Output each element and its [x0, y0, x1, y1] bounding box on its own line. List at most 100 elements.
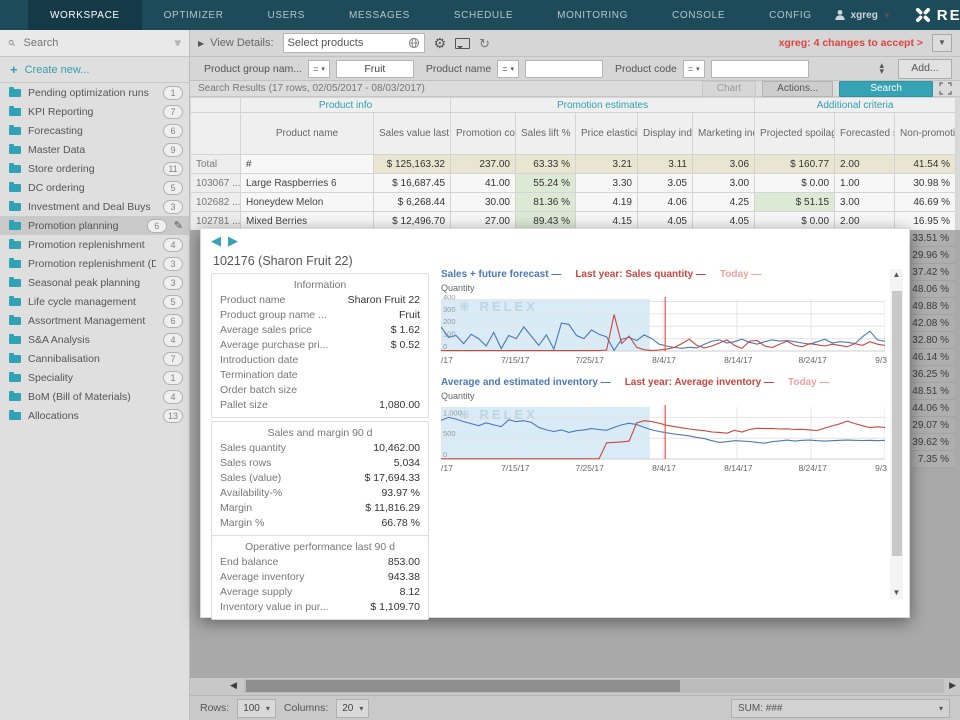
view-details[interactable]: ▶ View Details:	[198, 37, 274, 49]
view-toolbar: ▶ View Details: Select products ⚙ ↻ xgre…	[190, 30, 960, 57]
sidebar-item-life-cycle-management[interactable]: Life cycle management5	[0, 292, 189, 311]
sum-select[interactable]: SUM: ### ▾	[731, 699, 950, 718]
sidebar-item-bom-bill-of-materials[interactable]: BoM (Bill of Materials)4	[0, 387, 189, 406]
x-tick-label: 9/3	[875, 463, 887, 473]
sidebar-item-store-ordering[interactable]: Store ordering11	[0, 159, 189, 178]
table-row[interactable]: 103067 ...Large Raspberries 6$ 16,687.45…	[191, 174, 956, 193]
refresh-icon[interactable]: ↻	[479, 37, 490, 50]
sidebar-item-dc-ordering[interactable]: DC ordering5	[0, 178, 189, 197]
filter-icon[interactable]	[174, 38, 182, 48]
nav-tab-workspace[interactable]: WORKSPACE	[28, 0, 142, 30]
edit-pencil-icon[interactable]: ✎	[174, 219, 183, 232]
sidebar-item-promotion-planning[interactable]: Promotion planning6✎	[0, 216, 189, 235]
search-button[interactable]: Search	[839, 81, 933, 97]
field-value: 1,080.00	[379, 398, 420, 413]
panel-row: End balance853.00	[220, 555, 420, 570]
scroll-up-icon[interactable]: ▲	[890, 269, 903, 281]
cell: 81.36 %	[516, 193, 576, 212]
horizontal-scrollbar[interactable]: ◀ ▶	[190, 678, 960, 695]
user-menu[interactable]: xgreg ▼	[834, 9, 891, 21]
filter-input-product-group-nam[interactable]	[336, 60, 414, 78]
item-count-badge: 6	[163, 314, 183, 328]
filter-input-product-code[interactable]	[711, 60, 809, 78]
select-products-dropdown[interactable]: Select products	[283, 33, 425, 53]
popup-scrollbar[interactable]: ▲ ▼	[890, 269, 903, 599]
field-value: Sharon Fruit 22	[348, 293, 420, 308]
filter-operator-select[interactable]: =▾	[497, 60, 519, 78]
sidebar-item-seasonal-peak-planning[interactable]: Seasonal peak planning3	[0, 273, 189, 292]
sidebar-item-label: Investment and Deal Buys	[28, 201, 156, 213]
field-value: 853.00	[388, 555, 420, 570]
gear-icon[interactable]: ⚙	[434, 36, 447, 50]
table-row[interactable]: 102682 ...Honeydew Melon$ 6,268.4430.008…	[191, 193, 956, 212]
results-table[interactable]: Product infoPromotion estimatesAdditiona…	[190, 97, 956, 231]
column-header-forecasted-supply-days[interactable]: Forecasted supply (days)	[835, 113, 895, 155]
svg-text:200: 200	[443, 317, 456, 326]
search-input[interactable]	[22, 36, 168, 50]
filter-operator-select[interactable]: =▾	[683, 60, 705, 78]
sidebar-item-cannibalisation[interactable]: Cannibalisation7	[0, 349, 189, 368]
filter-spinner[interactable]: ▴▾	[879, 63, 884, 74]
sidebar-item-assortment-management[interactable]: Assortment Management6	[0, 311, 189, 330]
svg-text:300: 300	[443, 305, 456, 314]
inventory-chart: Average and estimated inventory —Last ye…	[441, 377, 887, 475]
add-filter-button[interactable]: Add...	[898, 59, 952, 79]
fullscreen-icon[interactable]	[939, 82, 952, 95]
table-row[interactable]: Total#$ 125,163.32237.0063.33 %3.213.113…	[191, 155, 956, 174]
sidebar-item-s-a-analysis[interactable]: S&A Analysis4	[0, 330, 189, 349]
filter-operator-select[interactable]: =▾	[308, 60, 330, 78]
chart-button[interactable]: Chart	[702, 81, 756, 97]
nav-tab-users[interactable]: USERS	[246, 0, 327, 30]
sidebar-item-speciality[interactable]: Speciality1	[0, 368, 189, 387]
actions-button[interactable]: Actions...	[762, 81, 833, 97]
item-count-badge: 3	[163, 257, 183, 271]
column-header-non-promotion-margin[interactable]: Non-promotion margin %	[895, 113, 956, 155]
scroll-right-icon[interactable]: ▶	[949, 680, 956, 691]
column-header-promotion-count[interactable]: Promotion count	[451, 113, 516, 155]
column-header-product-name[interactable]: Product name	[241, 113, 374, 155]
sidebar-item-kpi-reporting[interactable]: KPI Reporting7	[0, 102, 189, 121]
column-header-marketing-index[interactable]: Marketing index	[693, 113, 755, 155]
collapse-panel-button[interactable]: ▼	[932, 34, 952, 52]
comment-icon[interactable]	[455, 38, 470, 49]
field-value: 5,034	[394, 456, 420, 471]
changes-to-accept-link[interactable]: xgreg: 4 changes to accept >	[779, 37, 923, 49]
sidebar-item-pending-optimization-runs[interactable]: Pending optimization runs1	[0, 83, 189, 102]
nav-tab-optimizer[interactable]: OPTIMIZER	[142, 0, 246, 30]
column-header-price-elasticity-index[interactable]: Price elasticity index	[576, 113, 638, 155]
column-header-empty[interactable]	[191, 113, 241, 155]
column-header-sales-lift[interactable]: Sales lift %	[516, 113, 576, 155]
scroll-down-icon[interactable]: ▼	[890, 587, 903, 599]
scrollbar-thumb[interactable]	[892, 291, 902, 556]
sidebar-item-promotion-replenishment-dcs[interactable]: Promotion replenishment (DCs)3	[0, 254, 189, 273]
filter-input-product-name[interactable]	[525, 60, 603, 78]
x-tick-label: 8/14/17	[724, 463, 752, 473]
sidebar-item-allocations[interactable]: Allocations13	[0, 406, 189, 425]
chart-legend: Sales + future forecast —Last year: Sale…	[441, 269, 887, 283]
sidebar-item-label: Forecasting	[28, 125, 156, 137]
next-product-button[interactable]: ▶	[228, 233, 238, 249]
scroll-left-icon[interactable]: ◀	[230, 680, 237, 691]
panel-row: Product group name ...Fruit	[220, 308, 420, 323]
nav-tab-messages[interactable]: MESSAGES	[327, 0, 432, 30]
create-new-button[interactable]: + Create new...	[0, 57, 189, 83]
nav-tab-schedule[interactable]: SCHEDULE	[432, 0, 535, 30]
nav-tab-console[interactable]: CONSOLE	[650, 0, 747, 30]
sidebar-item-master-data[interactable]: Master Data9	[0, 140, 189, 159]
sidebar-item-promotion-replenishment[interactable]: Promotion replenishment4	[0, 235, 189, 254]
sidebar-item-investment-and-deal-buys[interactable]: Investment and Deal Buys3	[0, 197, 189, 216]
column-header-display-index[interactable]: Display index	[638, 113, 693, 155]
sidebar-item-forecasting[interactable]: Forecasting6	[0, 121, 189, 140]
scrollbar-track[interactable]	[244, 679, 944, 693]
nav-tab-monitoring[interactable]: MONITORING	[535, 0, 650, 30]
prev-product-button[interactable]: ◀	[211, 233, 221, 249]
columns-select[interactable]: 20 ▾	[336, 699, 369, 718]
cell: 30.98 %	[895, 174, 956, 193]
rows-select[interactable]: 100 ▾	[237, 699, 276, 718]
column-header-sales-value-last-months[interactable]: Sales value last months	[374, 113, 451, 155]
column-header-projected-spoilage-next-two-weeks[interactable]: Projected spoilage next two weeks	[755, 113, 835, 155]
sales-forecast-chart: Sales + future forecast —Last year: Sale…	[441, 269, 887, 367]
scrollbar-thumb[interactable]	[246, 680, 680, 692]
x-tick-label: 9/3	[875, 355, 887, 365]
nav-tab-config[interactable]: CONFIG	[747, 0, 834, 30]
